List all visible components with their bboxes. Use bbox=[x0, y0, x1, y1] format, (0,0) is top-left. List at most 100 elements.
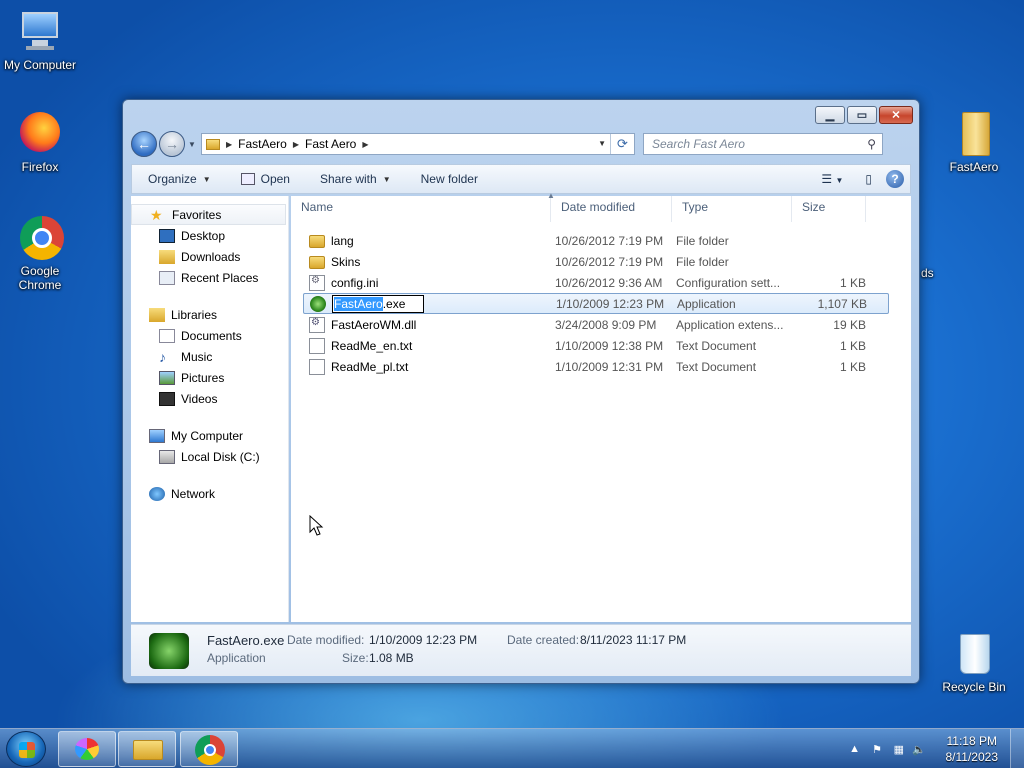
file-date: 1/10/2009 12:31 PM bbox=[555, 359, 664, 374]
organize-button[interactable]: Organize ▼ bbox=[132, 165, 221, 193]
search-icon[interactable]: ⚲ bbox=[867, 137, 876, 151]
back-arrow-icon: ← bbox=[137, 136, 151, 152]
nav-group-favorites: ★ Favorites Desktop Downloads Recent Pla… bbox=[131, 204, 288, 288]
file-row-readme-pl[interactable]: ReadMe_pl.txt 1/10/2009 12:31 PM Text Do… bbox=[291, 356, 911, 377]
open-button[interactable]: Open bbox=[231, 165, 300, 193]
preview-pane-icon[interactable]: ▯ bbox=[857, 172, 880, 186]
close-button[interactable]: ✕ bbox=[879, 106, 913, 124]
nav-item-documents[interactable]: Documents bbox=[131, 325, 288, 346]
breadcrumb-chevron-icon[interactable]: ▶ bbox=[226, 140, 232, 149]
details-pane: FastAero.exe Application Date modified: … bbox=[131, 624, 911, 676]
rename-selected-text: FastAero bbox=[334, 296, 383, 311]
hard-drive-icon bbox=[159, 449, 175, 464]
address-dropdown-icon[interactable]: ▼ bbox=[598, 139, 606, 148]
videos-icon bbox=[159, 391, 175, 406]
breadcrumb-fastaero[interactable]: FastAero bbox=[238, 137, 287, 151]
desktop-icon-label: Google Chrome bbox=[18, 264, 62, 292]
nav-item-pictures[interactable]: Pictures bbox=[131, 367, 288, 388]
show-hidden-icons-icon[interactable]: ▲ bbox=[849, 743, 860, 755]
file-size: 19 KB bbox=[833, 317, 866, 332]
windows-logo-icon bbox=[19, 742, 35, 758]
nav-item-recent-places[interactable]: Recent Places bbox=[131, 267, 288, 288]
minimize-button[interactable]: ▁ bbox=[815, 106, 845, 124]
nav-item-music[interactable]: ♪ Music bbox=[131, 346, 288, 367]
back-button[interactable]: ← bbox=[131, 131, 157, 157]
column-header-type[interactable]: Type bbox=[672, 196, 792, 222]
folder-icon bbox=[206, 138, 220, 150]
desktop-icon-recycle-bin[interactable]: Recycle Bin bbox=[934, 630, 1014, 694]
new-folder-button[interactable]: New folder bbox=[411, 165, 488, 193]
nav-item-network[interactable]: Network bbox=[131, 483, 288, 504]
desktop-icon-firefox[interactable]: Firefox bbox=[0, 110, 80, 174]
nav-item-local-disk[interactable]: Local Disk (C:) bbox=[131, 446, 288, 467]
file-row-fastaerowm-dll[interactable]: FastAeroWM.dll 3/24/2008 9:09 PM Applica… bbox=[291, 314, 911, 335]
nav-label: Network bbox=[171, 486, 216, 501]
rename-input[interactable]: FastAero .exe bbox=[332, 294, 424, 313]
recycle-bin-icon bbox=[950, 630, 998, 678]
share-with-button[interactable]: Share with ▼ bbox=[310, 165, 401, 193]
file-name: ReadMe_pl.txt bbox=[331, 359, 409, 374]
forward-arrow-icon: → bbox=[165, 136, 179, 152]
details-date-modified-label: Date modified: bbox=[287, 633, 365, 647]
nav-item-videos[interactable]: Videos bbox=[131, 388, 288, 409]
maximize-button[interactable]: ▭ bbox=[847, 106, 877, 124]
nav-group-network: Network bbox=[131, 483, 288, 504]
chevron-down-icon: ▼ bbox=[202, 174, 211, 184]
refresh-button[interactable]: ⟳ bbox=[610, 134, 634, 154]
forward-button[interactable]: → bbox=[159, 131, 185, 157]
file-row-config[interactable]: config.ini 10/26/2012 9:36 AM Configurat… bbox=[291, 272, 911, 293]
start-button[interactable] bbox=[6, 731, 46, 767]
address-row: ← → ▼ ▶ FastAero ▶ Fast Aero ▶ ▼ ⟳ Searc… bbox=[131, 130, 911, 158]
desktop-icon-label: Firefox bbox=[21, 160, 59, 174]
file-row-fastaero-exe[interactable]: FastAero .exe 1/10/2009 12:23 PM Applicat… bbox=[303, 293, 889, 314]
taskbar: ▲ ⚑ ▦ 🔈 11:18 PM 8/11/2023 bbox=[0, 728, 1024, 768]
sort-arrow-icon: ▲ bbox=[547, 191, 555, 200]
desktop-icon-partial[interactable]: ds bbox=[921, 266, 941, 280]
nav-item-libraries[interactable]: Libraries bbox=[131, 304, 288, 325]
nav-group-computer: My Computer Local Disk (C:) bbox=[131, 425, 288, 467]
nav-label: Local Disk (C:) bbox=[181, 449, 260, 464]
folder-icon bbox=[309, 235, 325, 248]
desktop-icon-label: Recycle Bin bbox=[942, 680, 1006, 694]
taskbar-chrome[interactable] bbox=[180, 731, 238, 767]
file-type: Application bbox=[677, 296, 736, 311]
taskbar-paint[interactable] bbox=[58, 731, 116, 767]
nav-item-my-computer[interactable]: My Computer bbox=[131, 425, 288, 446]
column-header-name[interactable]: Name bbox=[291, 196, 551, 222]
network-icon[interactable]: ▦ bbox=[894, 743, 904, 756]
breadcrumb-fast-aero[interactable]: Fast Aero bbox=[305, 137, 356, 151]
change-view-icon[interactable]: ☰ ▼ bbox=[813, 172, 851, 186]
nav-label: Videos bbox=[181, 391, 218, 406]
taskbar-explorer[interactable] bbox=[118, 731, 176, 767]
desktop-icon-google-chrome[interactable]: Google Chrome bbox=[0, 214, 80, 292]
column-label: Size bbox=[802, 200, 826, 214]
nav-label: My Computer bbox=[171, 428, 244, 443]
nav-item-desktop[interactable]: Desktop bbox=[131, 225, 288, 246]
desktop-icon-label: FastAero bbox=[949, 160, 999, 174]
breadcrumb-chevron-icon[interactable]: ▶ bbox=[362, 140, 368, 149]
minimize-icon: ▁ bbox=[825, 109, 835, 122]
column-header-date[interactable]: Date modified bbox=[551, 196, 672, 222]
nav-item-favorites[interactable]: ★ Favorites bbox=[131, 204, 286, 225]
action-center-icon[interactable]: ⚑ bbox=[872, 743, 882, 756]
nav-label: Documents bbox=[181, 328, 242, 343]
file-row-lang[interactable]: lang 10/26/2012 7:19 PM File folder bbox=[291, 230, 911, 251]
nav-item-downloads[interactable]: Downloads bbox=[131, 246, 288, 267]
desktop-icon-fastaero[interactable]: FastAero bbox=[934, 110, 1014, 174]
help-icon[interactable]: ? bbox=[886, 170, 904, 188]
file-row-skins[interactable]: Skins 10/26/2012 7:19 PM File folder bbox=[291, 251, 911, 272]
search-input[interactable]: Search Fast Aero ⚲ bbox=[643, 133, 883, 155]
folder-icon bbox=[133, 740, 163, 760]
details-date-created: 8/11/2023 11:17 PM bbox=[580, 633, 687, 647]
column-header-size[interactable]: Size bbox=[792, 196, 866, 222]
desktop-icon-my-computer[interactable]: My Computer bbox=[0, 8, 80, 72]
folder-icon bbox=[309, 256, 325, 269]
paint-palette-icon bbox=[75, 738, 99, 760]
address-bar[interactable]: ▶ FastAero ▶ Fast Aero ▶ ▼ ⟳ bbox=[201, 133, 635, 155]
show-desktop-button[interactable] bbox=[1010, 729, 1024, 768]
clock[interactable]: 11:18 PM 8/11/2023 bbox=[946, 733, 999, 765]
volume-icon[interactable]: 🔈 bbox=[912, 743, 926, 756]
breadcrumb-chevron-icon[interactable]: ▶ bbox=[293, 140, 299, 149]
file-row-readme-en[interactable]: ReadMe_en.txt 1/10/2009 12:38 PM Text Do… bbox=[291, 335, 911, 356]
recent-pages-dropdown[interactable]: ▼ bbox=[187, 140, 197, 149]
